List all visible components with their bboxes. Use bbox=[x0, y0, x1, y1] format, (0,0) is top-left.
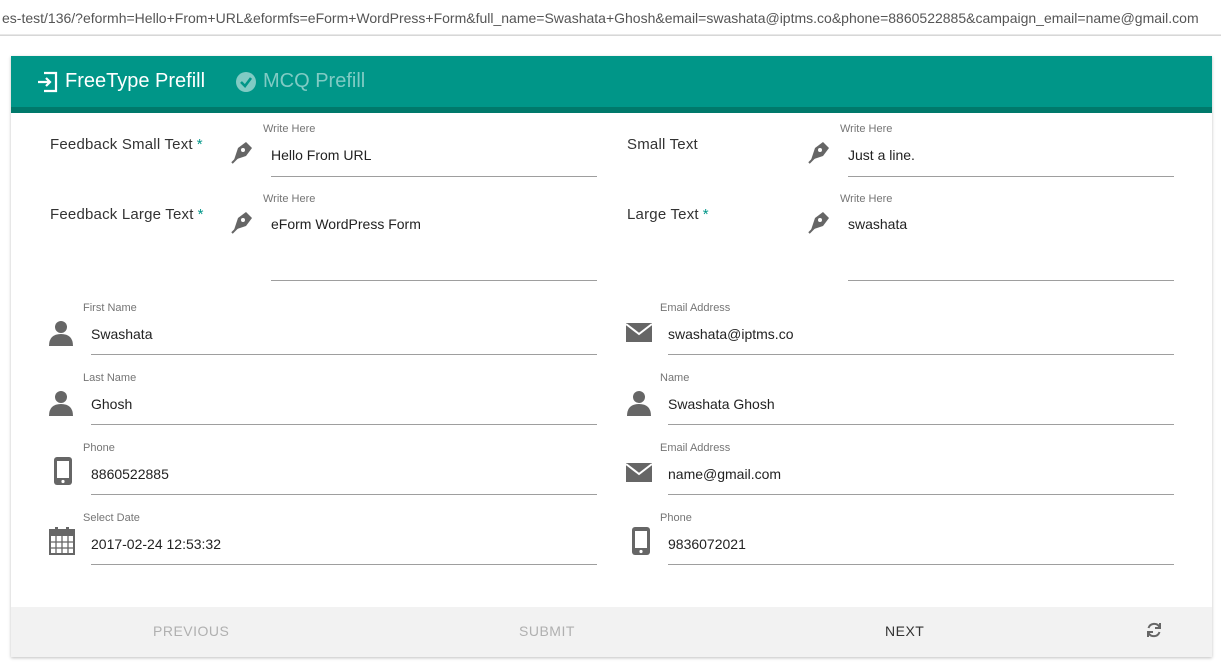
feedback-large-text-input[interactable]: eForm WordPress Form bbox=[271, 216, 421, 232]
envelope-icon bbox=[625, 463, 653, 482]
last-name-input[interactable]: Ghosh bbox=[91, 396, 132, 412]
first-name-hint: First Name bbox=[83, 302, 137, 314]
small-text-underline bbox=[848, 176, 1174, 177]
tab-label: FreeType Prefill bbox=[65, 70, 206, 92]
tab-bar: FreeType Prefill MCQ Prefill bbox=[11, 56, 1212, 113]
name-hint: Name bbox=[660, 372, 690, 384]
pen-icon bbox=[231, 142, 252, 164]
campaign-email-input[interactable]: name@gmail.com bbox=[668, 466, 781, 482]
phone-hint: Phone bbox=[83, 442, 115, 454]
last-name-hint: Last Name bbox=[83, 372, 137, 384]
small-text-input[interactable]: Just a line. bbox=[848, 147, 915, 163]
check-circle-icon bbox=[236, 71, 256, 92]
large-text-underline bbox=[848, 280, 1174, 281]
large-text-hint: Write Here bbox=[840, 193, 893, 205]
user-icon bbox=[627, 391, 651, 416]
pen-icon bbox=[231, 212, 252, 234]
feedback-small-text-input[interactable]: Hello From URL bbox=[271, 147, 371, 163]
refresh-icon[interactable] bbox=[1145, 621, 1163, 639]
feedback-small-text-label: Feedback Small Text * bbox=[50, 136, 203, 153]
form-card: FreeType Prefill MCQ Prefill Feedback Sm… bbox=[11, 56, 1212, 657]
feedback-large-underline bbox=[271, 280, 597, 281]
feedback-small-hint: Write Here bbox=[263, 123, 316, 135]
email-address-input[interactable]: swashata@iptms.co bbox=[668, 326, 793, 342]
select-date-underline bbox=[91, 564, 597, 565]
campaign-email-underline bbox=[668, 494, 1174, 495]
tab-mcq-prefill[interactable]: MCQ Prefill bbox=[233, 56, 383, 107]
envelope-icon bbox=[625, 323, 653, 342]
large-text-input[interactable]: swashata bbox=[848, 216, 907, 232]
url-text[interactable]: es-test/136/?eformh=Hello+From+URL&eform… bbox=[2, 10, 1217, 26]
phone-2-input[interactable]: 9836072021 bbox=[668, 536, 746, 552]
user-icon bbox=[49, 321, 73, 346]
feedback-small-underline bbox=[271, 176, 597, 177]
phone-underline bbox=[91, 494, 597, 495]
submit-button[interactable]: SUBMIT bbox=[519, 623, 575, 639]
campaign-email-hint: Email Address bbox=[660, 442, 731, 454]
form-footer: PREVIOUS SUBMIT NEXT bbox=[11, 607, 1212, 657]
pen-icon bbox=[808, 142, 829, 164]
tab-freetype-prefill[interactable]: FreeType Prefill bbox=[27, 56, 218, 113]
phone-input[interactable]: 8860522885 bbox=[91, 466, 169, 482]
calendar-icon bbox=[49, 527, 75, 555]
phone-2-underline bbox=[668, 564, 1174, 565]
mobile-icon bbox=[632, 527, 650, 555]
user-icon bbox=[49, 391, 73, 416]
phone-2-hint: Phone bbox=[660, 512, 692, 524]
large-text-label: Large Text * bbox=[627, 206, 709, 223]
tab-label: MCQ Prefill bbox=[263, 70, 366, 92]
select-date-hint: Select Date bbox=[83, 512, 140, 524]
first-name-input[interactable]: Swashata bbox=[91, 326, 152, 342]
first-name-underline bbox=[91, 354, 597, 355]
last-name-underline bbox=[91, 424, 597, 425]
feedback-large-text-label: Feedback Large Text * bbox=[50, 206, 204, 223]
tab-bar-strip bbox=[11, 107, 1212, 113]
small-text-label: Small Text bbox=[627, 136, 698, 153]
feedback-large-hint: Write Here bbox=[263, 193, 316, 205]
email-address-underline bbox=[668, 354, 1174, 355]
next-button[interactable]: NEXT bbox=[885, 623, 924, 639]
name-underline bbox=[668, 424, 1174, 425]
mobile-icon bbox=[54, 457, 72, 485]
pen-icon bbox=[808, 212, 829, 234]
name-input[interactable]: Swashata Ghosh bbox=[668, 396, 775, 412]
browser-address-bar[interactable]: es-test/136/?eformh=Hello+From+URL&eform… bbox=[0, 0, 1221, 36]
divider bbox=[0, 34, 1221, 35]
select-date-input[interactable]: 2017-02-24 12:53:32 bbox=[91, 536, 221, 552]
sign-in-icon bbox=[38, 71, 58, 92]
email-address-hint: Email Address bbox=[660, 302, 731, 314]
previous-button[interactable]: PREVIOUS bbox=[153, 623, 229, 639]
small-text-hint: Write Here bbox=[840, 123, 893, 135]
